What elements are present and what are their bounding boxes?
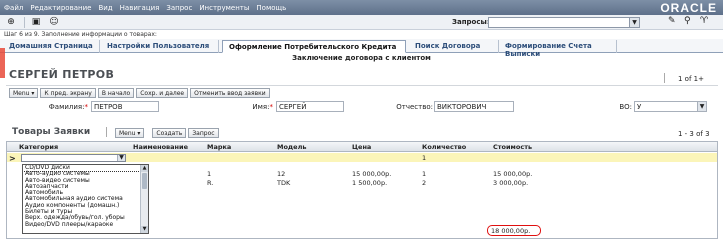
- table-header: Категория Наименование Марка Модель Цена…: [7, 142, 717, 152]
- queries-label: Запросы:: [452, 18, 490, 26]
- col-model[interactable]: Модель: [277, 143, 306, 151]
- menu-tools[interactable]: Инструменты: [199, 4, 249, 12]
- goods-section-title: Товары Заявки: [12, 127, 91, 137]
- tab-contract-search[interactable]: Поиск Договора: [409, 40, 499, 53]
- menu-help[interactable]: Помощь: [256, 4, 286, 12]
- globe-icon[interactable]: ⊕: [4, 16, 18, 28]
- tab-home[interactable]: Домашняя Страница: [2, 40, 100, 53]
- cell-qty[interactable]: 1: [422, 170, 426, 178]
- prev-screen-button[interactable]: К пред. экрану: [40, 88, 96, 98]
- page-title: СЕРГЕЙ ПЕТРОВ: [9, 68, 115, 81]
- step-info: Шаг 6 из 9. Заполнение информации о това…: [4, 31, 157, 38]
- left-accent: [0, 48, 5, 78]
- col-name[interactable]: Наименование: [133, 143, 188, 151]
- user-icon[interactable]: ☺: [47, 16, 61, 28]
- cell-model[interactable]: 12: [277, 170, 285, 178]
- col-price[interactable]: Цена: [352, 143, 371, 151]
- header-divider: [6, 85, 718, 86]
- queries-select[interactable]: ▼: [488, 17, 640, 28]
- tab-statement[interactable]: Формирование Счета Выписки: [499, 40, 617, 58]
- to-start-button[interactable]: В начало: [97, 88, 135, 98]
- action-buttons: Menu ▾ К пред. экрану В начало Сохр. и д…: [9, 88, 272, 98]
- menu-file[interactable]: Файл: [4, 4, 23, 12]
- chevron-down-icon[interactable]: ▼: [117, 155, 125, 161]
- tab-consumer-credit[interactable]: Оформление Потребительского Кредита: [222, 40, 406, 53]
- menu-query[interactable]: Запрос: [166, 4, 192, 12]
- vo-select[interactable]: У ▼: [634, 101, 707, 112]
- create-button[interactable]: Создать: [152, 128, 187, 138]
- vo-label: ВО:: [619, 103, 632, 111]
- middle-name-label: Отчество:: [396, 103, 433, 111]
- screen-icon[interactable]: ▣: [29, 16, 43, 28]
- cell-qty[interactable]: 1: [422, 154, 426, 162]
- goods-menu-button[interactable]: Menu ▾: [115, 128, 145, 138]
- menu-view[interactable]: Вид: [98, 4, 112, 12]
- last-name-label: Фамилия:*: [48, 103, 88, 111]
- category-select[interactable]: ▼: [21, 154, 126, 162]
- chevron-down-icon[interactable]: ▼: [629, 18, 639, 27]
- cell-cost[interactable]: 3 000,00р.: [493, 179, 528, 187]
- dropdown-option[interactable]: Видео/DVD плееры/караоке: [23, 221, 148, 228]
- scroll-thumb[interactable]: [142, 173, 147, 189]
- col-qty[interactable]: Количество: [422, 143, 466, 151]
- row-selector-icon: >: [9, 154, 16, 163]
- first-name-label: Имя:*: [252, 103, 273, 111]
- query-button[interactable]: Запрос: [188, 128, 219, 138]
- col-brand[interactable]: Марка: [207, 143, 231, 151]
- toolbar-divider: [24, 16, 25, 28]
- chevron-down-icon[interactable]: ▼: [697, 102, 706, 111]
- record-count: 1 of 1+: [678, 75, 704, 83]
- cancel-application-button[interactable]: Отменить ввод заявки: [190, 88, 270, 98]
- goods-count: 1 - 3 of 3: [678, 130, 710, 138]
- menu-navigation[interactable]: Навигация: [120, 4, 160, 12]
- menu-bar: Файл Редактирование Вид Навигация Запрос…: [0, 0, 723, 15]
- cell-brand[interactable]: R.: [207, 179, 213, 187]
- total-cost: 18 000,00р.: [487, 225, 541, 236]
- col-category[interactable]: Категория: [19, 143, 58, 151]
- dropdown-scrollbar[interactable]: ▲ ▼: [140, 165, 148, 233]
- vo-value: У: [637, 103, 642, 111]
- cell-cost[interactable]: 15 000,00р.: [493, 170, 532, 178]
- divider: [106, 127, 107, 137]
- cell-price[interactable]: 1 500,00р.: [352, 179, 387, 187]
- cell-brand[interactable]: 1: [207, 170, 211, 178]
- cell-qty[interactable]: 2: [422, 179, 426, 187]
- menu-button[interactable]: Menu ▾: [9, 88, 39, 98]
- query-refine-icon[interactable]: ⚲: [684, 16, 691, 26]
- scroll-up-icon[interactable]: ▲: [141, 165, 148, 172]
- save-next-button[interactable]: Сохр. и далее: [136, 88, 189, 98]
- first-name-field[interactable]: СЕРГЕЙ: [276, 101, 344, 112]
- oracle-logo: ORACLE: [660, 1, 717, 15]
- cell-price[interactable]: 15 000,00р.: [352, 170, 391, 178]
- last-name-field[interactable]: ПЕТРОВ: [91, 101, 159, 112]
- page-subtitle: Заключение договора с клиентом: [292, 54, 431, 62]
- table-row[interactable]: > ▼ 1: [7, 153, 717, 163]
- divider: [664, 73, 665, 83]
- toolbar: ⊕ ▣ ☺ Запросы: ▼ ✎ ⚲ ♈: [0, 15, 723, 30]
- menu-edit[interactable]: Редактирование: [30, 4, 91, 12]
- middle-name-field[interactable]: ВИКТОРОВИЧ: [434, 101, 514, 112]
- tab-user-settings[interactable]: Настройки Пользователя: [100, 40, 219, 53]
- query-run-icon[interactable]: ✎: [668, 16, 676, 26]
- binoculars-icon[interactable]: ♈: [700, 16, 708, 26]
- cell-model[interactable]: TDK: [277, 179, 290, 187]
- goods-buttons: Menu ▾ Создать Запрос: [115, 128, 221, 138]
- col-cost[interactable]: Стоимость: [493, 143, 532, 151]
- category-dropdown-list[interactable]: CD/DVD диски Авто-аудио системы Авто-вид…: [22, 164, 149, 234]
- tab-bar: Домашняя Страница Настройки Пользователя…: [0, 39, 723, 58]
- scroll-down-icon[interactable]: ▼: [141, 226, 148, 233]
